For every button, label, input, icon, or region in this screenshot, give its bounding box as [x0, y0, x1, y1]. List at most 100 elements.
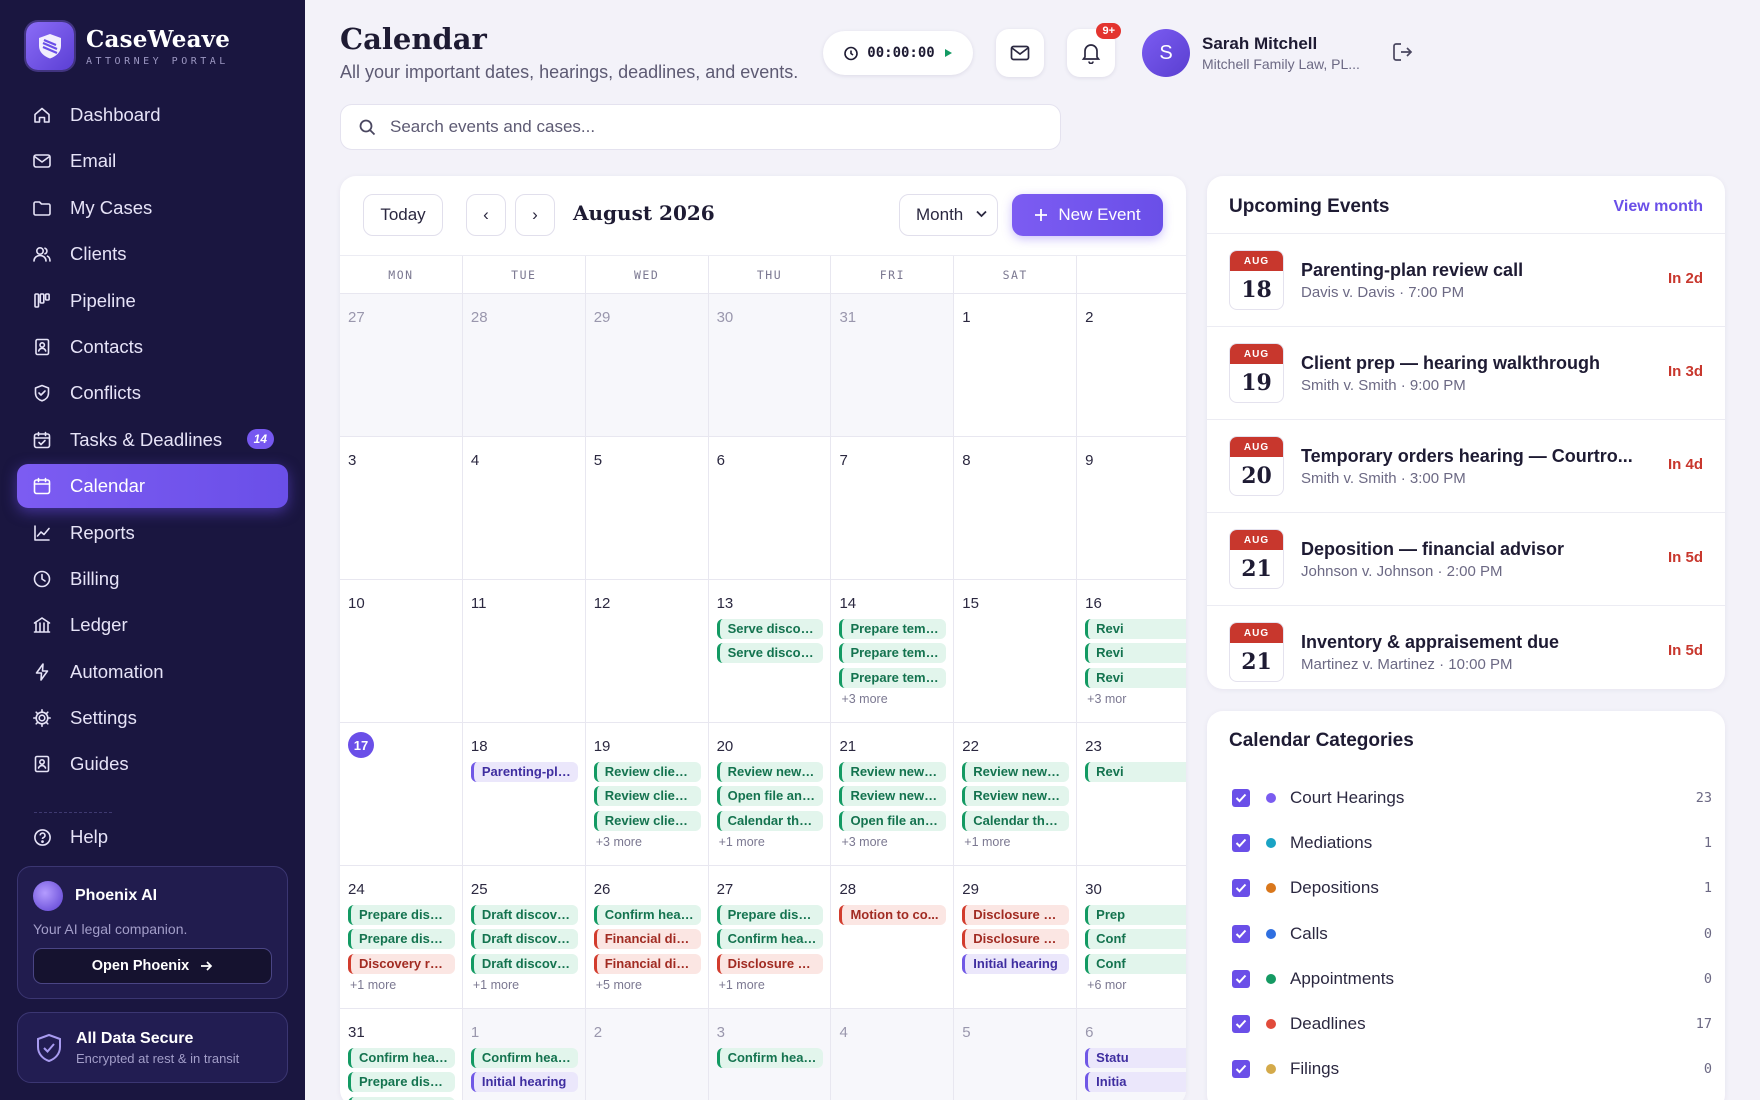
calendar-day-cell[interactable]: 15 — [954, 580, 1078, 722]
event-chip[interactable]: Prepare temp... — [839, 667, 947, 688]
event-chip[interactable]: Confirm heari... — [716, 929, 824, 949]
event-chip[interactable]: Serve discov... — [716, 643, 824, 663]
calendar-day-cell[interactable]: 2 — [585, 1009, 709, 1100]
calendar-day-cell[interactable]: 25 Draft discove... Draft discove... Draft … — [463, 866, 586, 1008]
sidebar-item-conflicts[interactable]: Conflicts — [17, 371, 288, 415]
sidebar-item-contacts[interactable]: Contacts — [17, 325, 288, 369]
calendar-day-cell[interactable]: 9 — [1077, 437, 1186, 579]
event-chip[interactable]: Revi — [1085, 667, 1186, 688]
event-chip[interactable]: Review client... — [593, 761, 701, 782]
event-chip[interactable]: Calendar the ... — [962, 810, 1070, 831]
event-chip[interactable]: Serve discov... — [716, 618, 824, 639]
calendar-day-cell[interactable]: 12 — [586, 580, 709, 722]
more-events-link[interactable]: +1 more — [350, 978, 455, 992]
calendar-day-cell[interactable]: 10 — [340, 580, 463, 722]
calendar-day-cell[interactable]: 7 — [831, 437, 955, 579]
calendar-day-cell[interactable]: 13 Serve discov... Serve discov... — [709, 580, 832, 722]
event-chip[interactable]: Draft discove... — [470, 904, 578, 925]
category-checkbox[interactable] — [1232, 1015, 1250, 1034]
sidebar-item-tasks-deadlines[interactable]: Tasks & Deadlines 14 — [17, 418, 288, 462]
sidebar-item-my-cases[interactable]: My Cases — [17, 186, 288, 230]
category-checkbox[interactable] — [1232, 969, 1250, 988]
event-chip[interactable]: Initial hearing — [962, 953, 1070, 974]
email-button[interactable] — [996, 29, 1044, 77]
event-chip[interactable]: Statu — [1085, 1047, 1186, 1068]
event-chip[interactable]: Review client... — [593, 810, 701, 831]
event-chip[interactable]: Confirm heari... — [593, 904, 701, 925]
view-month-link[interactable]: View month — [1614, 198, 1704, 216]
calendar-day-cell[interactable]: 18 Parenting-pla... — [463, 723, 586, 865]
event-chip[interactable]: Review new c... — [716, 761, 824, 782]
calendar-day-cell[interactable]: 31 Confirm heari... Prepare discl... Prepar… — [340, 1009, 463, 1100]
calendar-day-cell[interactable]: 28 — [462, 294, 586, 436]
more-events-link[interactable]: +3 mor — [1087, 692, 1186, 706]
more-events-link[interactable]: +5 more — [596, 978, 701, 992]
sidebar-item-ledger[interactable]: Ledger — [17, 603, 288, 647]
calendar-day-cell[interactable]: 30 — [708, 294, 832, 436]
sidebar-item-reports[interactable]: Reports — [17, 511, 288, 555]
calendar-day-cell[interactable]: 4 — [463, 437, 586, 579]
calendar-day-cell[interactable]: 29 — [585, 294, 709, 436]
upcoming-event-row[interactable]: AUG 19 Client prep — hearing walkthrough Sm… — [1207, 326, 1725, 419]
calendar-day-cell[interactable]: 23 Revi — [1077, 723, 1186, 865]
more-events-link[interactable]: +1 more — [719, 835, 824, 849]
sidebar-item-dashboard[interactable]: Dashboard — [17, 93, 288, 137]
more-events-link[interactable]: +1 more — [719, 978, 824, 992]
brand[interactable]: CaseWeave ATTORNEY PORTAL — [26, 22, 230, 70]
event-chip[interactable]: Disclosure de... — [962, 904, 1070, 925]
event-chip[interactable]: Revi — [1085, 618, 1186, 639]
next-month-button[interactable]: › — [515, 194, 555, 236]
calendar-day-cell[interactable]: 5 — [586, 437, 709, 579]
event-chip[interactable]: Revi — [1085, 761, 1186, 782]
category-checkbox[interactable] — [1232, 879, 1250, 898]
calendar-day-cell[interactable]: 1 — [954, 294, 1078, 436]
event-chip[interactable]: Review new c... — [962, 786, 1070, 806]
calendar-day-cell[interactable]: 27 — [340, 294, 463, 436]
upcoming-event-row[interactable]: AUG 20 Temporary orders hearing — Courtro.… — [1207, 419, 1725, 512]
calendar-day-cell[interactable]: 24 Prepare discl... Prepare discl... Discov… — [340, 866, 463, 1008]
calendar-day-cell[interactable]: 6 Statu Initia — [1077, 1009, 1186, 1100]
calendar-day-cell[interactable]: 30 Prep Conf Conf +6 mor — [1077, 866, 1186, 1008]
event-chip[interactable]: Prepare discl... — [348, 1072, 455, 1092]
event-chip[interactable]: Review new c... — [839, 786, 947, 806]
more-events-link[interactable]: +6 mor — [1087, 978, 1186, 992]
calendar-day-cell[interactable]: 28 Motion to co... — [831, 866, 955, 1008]
logout-button[interactable] — [1392, 42, 1414, 62]
sidebar-item-help[interactable]: Help — [17, 815, 288, 859]
calendar-day-cell[interactable]: 14 Prepare temp... Prepare temp... Prepare … — [831, 580, 955, 722]
upcoming-event-row[interactable]: AUG 21 Deposition — financial advisor Johns… — [1207, 512, 1725, 605]
more-events-link[interactable]: +3 more — [841, 835, 946, 849]
more-events-link[interactable]: +1 more — [473, 978, 578, 992]
event-chip[interactable]: Revi — [1085, 643, 1186, 663]
user-menu[interactable]: S Sarah Mitchell Mitchell Family Law, PL… — [1142, 29, 1360, 77]
prev-month-button[interactable]: ‹ — [466, 194, 506, 236]
open-phoenix-button[interactable]: Open Phoenix — [33, 948, 272, 984]
event-chip[interactable]: Conf — [1085, 953, 1186, 974]
event-chip[interactable]: Prepare discl... — [348, 904, 455, 925]
sidebar-item-pipeline[interactable]: Pipeline — [17, 279, 288, 323]
event-chip[interactable]: Prepare discl... — [348, 929, 455, 949]
calendar-day-cell[interactable]: 19 Review client... Review client... Review… — [586, 723, 709, 865]
upcoming-event-row[interactable]: AUG 21 Inventory & appraisement due Martine… — [1207, 605, 1725, 689]
calendar-day-cell[interactable]: 11 — [463, 580, 586, 722]
more-events-link[interactable]: +1 more — [964, 835, 1069, 849]
event-chip[interactable]: Disclosure de... — [962, 929, 1070, 949]
event-chip[interactable]: Prepare temp... — [839, 643, 947, 663]
event-chip[interactable]: Review new c... — [839, 761, 947, 782]
event-chip[interactable]: Motion to co... — [839, 904, 947, 925]
today-button[interactable]: Today — [363, 194, 443, 236]
sidebar-item-billing[interactable]: Billing — [17, 557, 288, 601]
event-chip[interactable]: Initial hearing — [470, 1072, 578, 1092]
calendar-day-cell[interactable]: 17 — [340, 723, 463, 865]
event-chip[interactable]: Conf — [1085, 929, 1186, 949]
sidebar-item-email[interactable]: Email — [17, 139, 288, 183]
event-chip[interactable]: Prepare discl... — [716, 904, 824, 925]
new-event-button[interactable]: New Event — [1012, 194, 1163, 236]
view-select[interactable]: Month — [899, 194, 998, 236]
calendar-day-cell[interactable]: 3 — [340, 437, 463, 579]
calendar-day-cell[interactable]: 6 — [709, 437, 832, 579]
event-chip[interactable]: Review new c... — [962, 761, 1070, 782]
event-chip[interactable]: Prepare discl... — [348, 1096, 455, 1100]
category-checkbox[interactable] — [1232, 924, 1250, 943]
calendar-day-cell[interactable]: 16 Revi Revi Revi +3 mor — [1077, 580, 1186, 722]
